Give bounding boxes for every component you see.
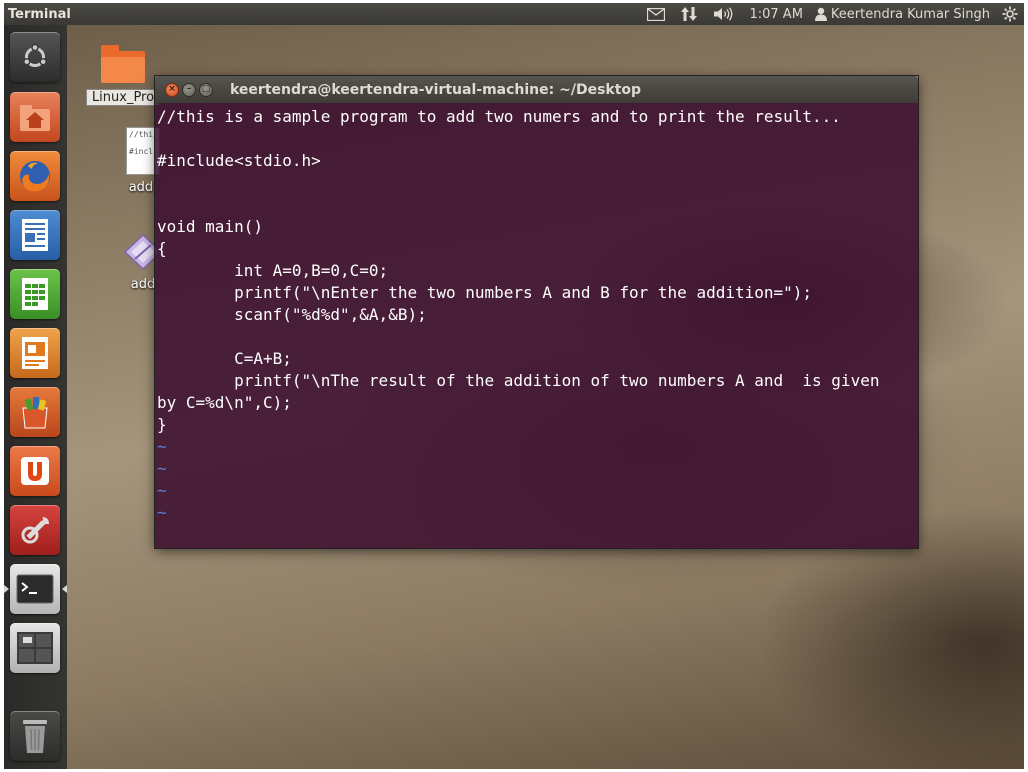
home-folder-icon: [18, 101, 52, 133]
folder-icon: [99, 41, 147, 89]
code-line: {: [157, 239, 167, 258]
code-line: void main(): [157, 217, 263, 236]
window-title: keertendra@keertendra-virtual-machine: ~…: [230, 81, 642, 98]
libreoffice-impress-icon: [20, 335, 50, 371]
active-indicator: [62, 585, 67, 593]
close-button[interactable]: ×: [165, 82, 179, 97]
top-panel: Terminal 1:07 AM Keertendra Kumar Singh: [4, 3, 1024, 25]
terminal-content[interactable]: //this is a sample program to add two nu…: [155, 103, 918, 548]
terminal-launcher-button[interactable]: [10, 564, 60, 614]
desktop-icon-label: Linux_Pro: [86, 89, 160, 106]
wrench-icon: [17, 512, 53, 548]
desktop-screen: ​ Terminal 1:07 AM Keertendra Kumar Sing…: [4, 3, 1024, 769]
file-thumb-line: //thi: [129, 130, 154, 139]
code-line: by C=%d\n",C);: [157, 393, 292, 412]
impress-launcher-button[interactable]: [10, 328, 60, 378]
software-center-launcher-button[interactable]: [10, 387, 60, 437]
desktop-icon-linux-pro[interactable]: Linux_Pro: [86, 41, 160, 106]
user-icon: [814, 7, 827, 21]
minimize-icon: –: [186, 84, 192, 94]
user-name: Keertendra Kumar Singh: [830, 6, 990, 22]
maximize-icon: □: [201, 84, 211, 94]
active-app-title: Terminal: [8, 6, 71, 22]
maximize-button[interactable]: □: [199, 82, 213, 97]
ubuntu-one-icon: [18, 454, 52, 488]
network-icon[interactable]: [673, 3, 705, 25]
close-icon: ×: [168, 84, 176, 94]
window-titlebar[interactable]: × – □ keertendra@keertendra-virtual-mach…: [155, 76, 918, 103]
gear-icon[interactable]: [996, 3, 1024, 25]
code-line: printf("\nEnter the two numbers A and B …: [157, 283, 813, 302]
ubuntu-logo-icon: [20, 42, 50, 72]
code-line: printf("\nThe result of the addition of …: [157, 371, 880, 390]
file-thumb-line: #incl: [129, 147, 154, 156]
user-menu[interactable]: Keertendra Kumar Singh: [811, 7, 996, 22]
vim-empty-line: ~: [157, 503, 167, 522]
vim-empty-line: ~: [157, 481, 167, 500]
writer-launcher-button[interactable]: [10, 210, 60, 260]
code-line: }: [157, 415, 167, 434]
mail-icon[interactable]: [639, 3, 673, 25]
trash-icon: [20, 717, 50, 755]
ubuntu-one-launcher-button[interactable]: [10, 446, 60, 496]
running-indicator: [4, 585, 9, 593]
dash-home-button[interactable]: [10, 32, 60, 82]
minimize-button[interactable]: –: [182, 82, 196, 97]
firefox-icon: [16, 157, 54, 195]
code-line: C=A+B;: [157, 349, 292, 368]
code-line: int A=0,B=0,C=0;: [157, 261, 389, 280]
libreoffice-calc-icon: [20, 276, 50, 312]
vim-empty-line: ~: [157, 437, 167, 456]
trash-launcher-button[interactable]: [10, 711, 60, 761]
shopping-bag-icon: [17, 394, 53, 430]
launcher: [4, 25, 67, 769]
system-settings-launcher-button[interactable]: [10, 505, 60, 555]
wallpaper-scribble: ​: [72, 443, 76, 483]
terminal-icon: [16, 574, 54, 604]
workspace-switcher-icon: [16, 631, 54, 665]
firefox-launcher-button[interactable]: [10, 151, 60, 201]
libreoffice-writer-icon: [20, 217, 50, 253]
vim-empty-line: ~: [157, 459, 167, 478]
code-line: scanf("%d%d",&A,&B);: [157, 305, 427, 324]
workspaces-launcher-button[interactable]: [10, 623, 60, 673]
files-launcher-button[interactable]: [10, 92, 60, 142]
code-line: #include<stdio.h>: [157, 151, 321, 170]
terminal-window[interactable]: × – □ keertendra@keertendra-virtual-mach…: [155, 76, 918, 548]
calc-launcher-button[interactable]: [10, 269, 60, 319]
code-line: //this is a sample program to add two nu…: [157, 107, 841, 126]
volume-icon[interactable]: [705, 3, 741, 25]
clock[interactable]: 1:07 AM: [741, 7, 810, 22]
indicator-area: 1:07 AM Keertendra Kumar Singh: [639, 3, 1024, 25]
